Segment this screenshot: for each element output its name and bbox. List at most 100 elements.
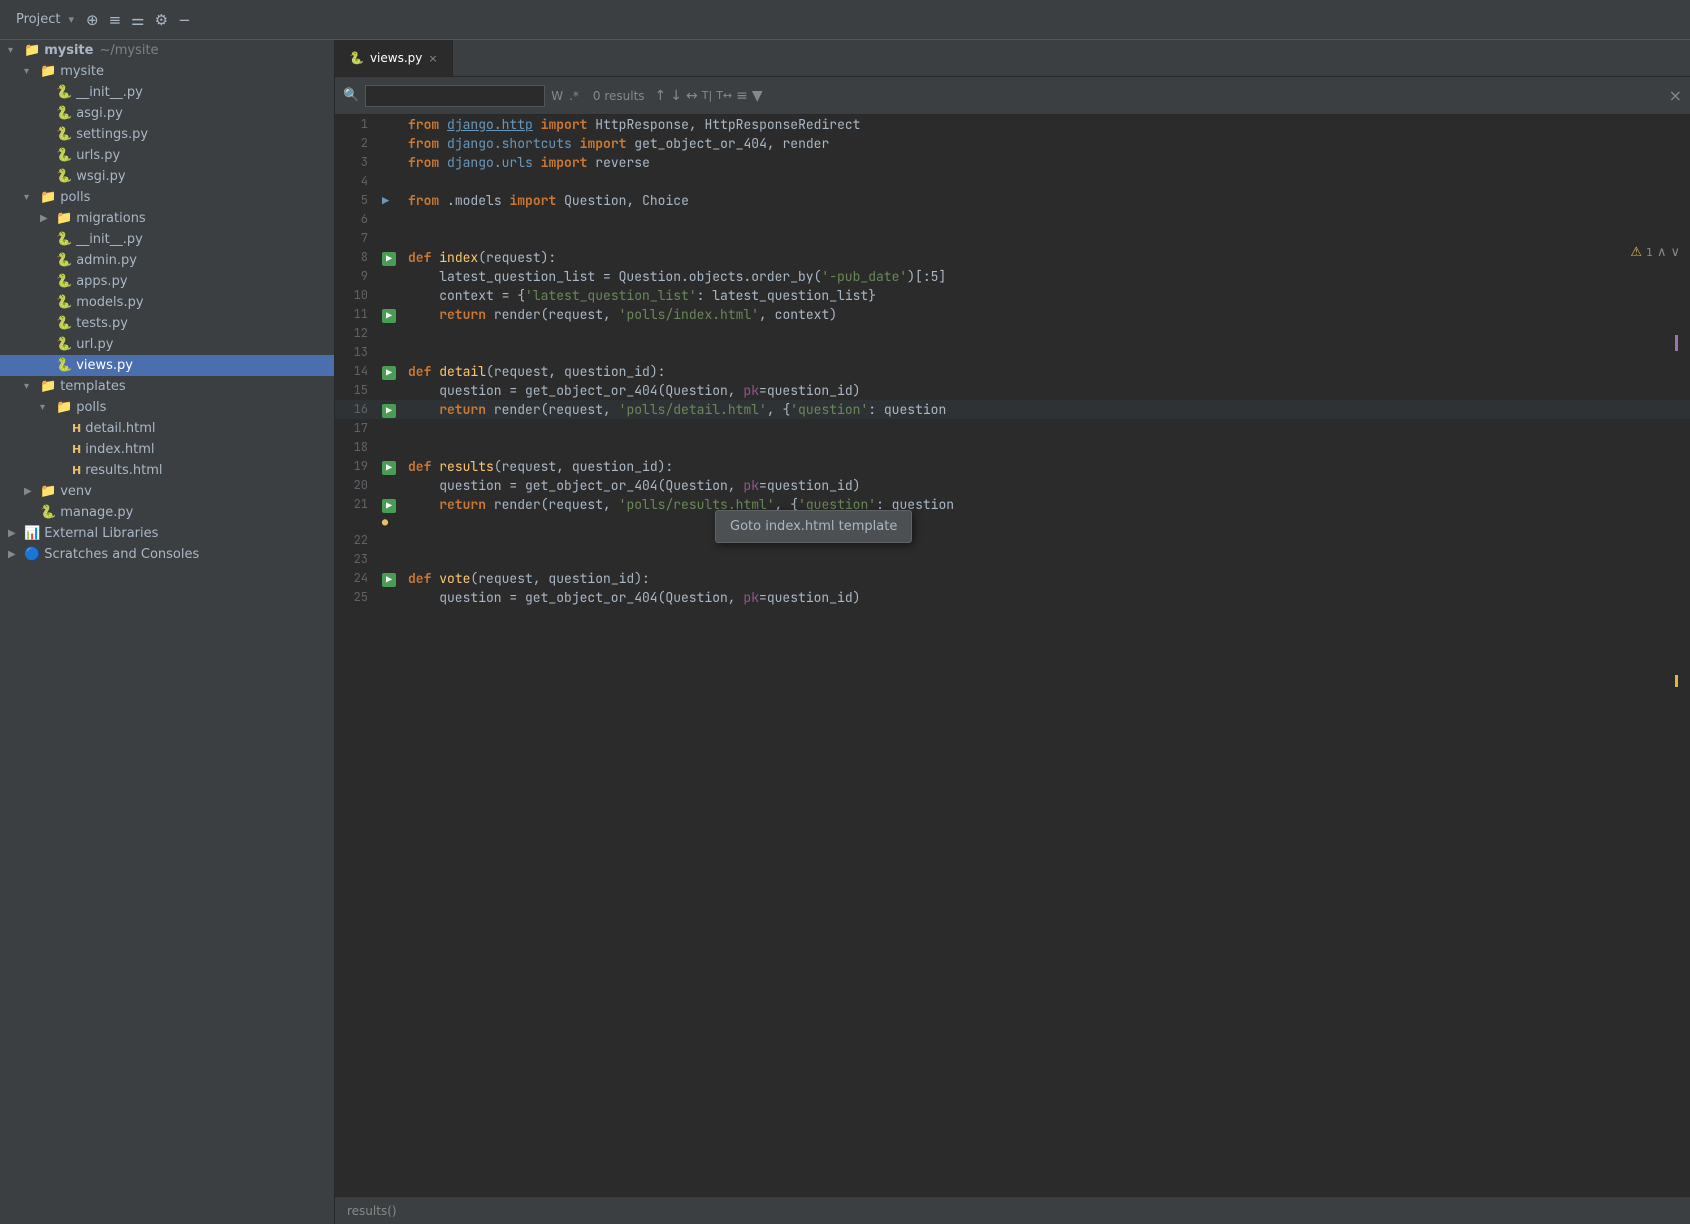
line-number: 11: [335, 305, 380, 324]
tree-file-tests[interactable]: 🐍 tests.py: [0, 313, 334, 334]
line-gutter: [380, 115, 404, 134]
tree-file-wsgi[interactable]: 🐍 wsgi.py: [0, 166, 334, 187]
line-gutter: [380, 324, 404, 343]
search-icon: 🔍: [343, 88, 359, 103]
line-gutter: [380, 286, 404, 305]
tree-file-url[interactable]: 🐍 url.py: [0, 334, 334, 355]
tree-path: ~/mysite: [99, 43, 158, 58]
line-number: 5: [335, 191, 380, 210]
line-number: 18: [335, 438, 380, 457]
line-content: def results(request, question_id):: [404, 457, 1690, 476]
code-line-3: 3 from django.urls import reverse: [335, 153, 1690, 172]
add-icon[interactable]: ⊕: [86, 11, 99, 29]
line-number: 15: [335, 381, 380, 400]
tree-file-detail-html[interactable]: H detail.html: [0, 418, 334, 439]
search-option2-button[interactable]: T↔: [716, 89, 732, 102]
line-gutter: [380, 381, 404, 400]
settings-icon[interactable]: ⚙: [155, 11, 168, 29]
scroll-down-arrow[interactable]: ∨: [1670, 245, 1680, 260]
line-number: 10: [335, 286, 380, 305]
code-line-19: 19 ▶ def results(request, question_id):: [335, 457, 1690, 476]
scroll-from-source-icon[interactable]: ≡: [109, 11, 122, 29]
tree-file-manage[interactable]: 🐍 manage.py: [0, 502, 334, 523]
tree-file-urls-mysite[interactable]: 🐍 urls.py: [0, 145, 334, 166]
line-number: 22: [335, 531, 380, 550]
tree-folder-templates[interactable]: ▾ 📁 templates: [0, 376, 334, 397]
search-wrap-button[interactable]: ↔: [686, 88, 698, 104]
tree-file-asgi[interactable]: 🐍 asgi.py: [0, 103, 334, 124]
project-dropdown-arrow[interactable]: ▾: [68, 13, 74, 26]
search-down-button[interactable]: ↓: [670, 88, 682, 104]
tree-folder-migrations[interactable]: ▶ 📁 migrations: [0, 208, 334, 229]
run-icon: ▶: [382, 309, 396, 323]
tree-label: External Libraries: [44, 526, 158, 541]
tree-scratches-consoles[interactable]: ▶ 🔵 Scratches and Consoles: [0, 544, 334, 565]
line-number: 3: [335, 153, 380, 172]
tree-file-results-html[interactable]: H results.html: [0, 460, 334, 481]
tab-close-button[interactable]: ×: [428, 52, 437, 65]
bookmark-icon: ▶: [382, 193, 389, 209]
search-navigation: ↑ ↓ ↔ T| T↔ ≡ ▼: [655, 88, 763, 104]
search-filter-button[interactable]: ▼: [752, 88, 763, 104]
line-number: 24: [335, 569, 380, 588]
tree-file-admin[interactable]: 🐍 admin.py: [0, 250, 334, 271]
tree-file-init-polls[interactable]: 🐍 __init__.py: [0, 229, 334, 250]
code-editor[interactable]: ⚠ 1 ∧ ∨ 1 from django.http import HttpRe…: [335, 115, 1690, 1196]
tree-folder-polls-templates[interactable]: ▾ 📁 polls: [0, 397, 334, 418]
tree-file-apps[interactable]: 🐍 apps.py: [0, 271, 334, 292]
line-gutter: [380, 267, 404, 286]
tree-label: models.py: [76, 295, 143, 310]
tree-file-index-html[interactable]: H index.html: [0, 439, 334, 460]
goto-template-tooltip[interactable]: Goto index.html template: [715, 510, 912, 543]
search-close-button[interactable]: ×: [1669, 86, 1682, 105]
tree-folder-mysite[interactable]: ▾ 📁 mysite: [0, 61, 334, 82]
hide-panel-icon[interactable]: −: [178, 11, 191, 29]
tree-folder-polls[interactable]: ▾ 📁 polls: [0, 187, 334, 208]
tab-bar: 🐍 views.py ×: [335, 40, 1690, 77]
code-line-9: 9 latest_question_list = Question.object…: [335, 267, 1690, 286]
search-input[interactable]: [365, 85, 545, 107]
code-line-12: 12: [335, 324, 1690, 343]
search-regex-button[interactable]: .*: [569, 89, 579, 103]
search-up-button[interactable]: ↑: [655, 88, 667, 104]
code-line-6: 6: [335, 210, 1690, 229]
search-option1-button[interactable]: T|: [702, 89, 712, 102]
tooltip-text: Goto index.html template: [730, 519, 897, 534]
project-label[interactable]: Project: [16, 12, 60, 27]
tree-file-models[interactable]: 🐍 models.py: [0, 292, 334, 313]
line-gutter: ▶: [380, 362, 404, 381]
search-modifier-w[interactable]: W: [551, 89, 563, 103]
line-number: 12: [335, 324, 380, 343]
warning-indicator: ⚠ 1 ∧ ∨: [1630, 245, 1680, 260]
tree-label: templates: [60, 379, 125, 394]
line-content: question = get_object_or_404(Question, p…: [404, 476, 1690, 495]
tree-root-mysite[interactable]: ▾ 📁 mysite ~/mysite: [0, 40, 334, 61]
line-gutter: [380, 419, 404, 438]
tree-file-settings[interactable]: 🐍 settings.py: [0, 124, 334, 145]
collapse-all-icon[interactable]: ⚌: [131, 11, 144, 29]
main-layout: ▾ 📁 mysite ~/mysite ▾ 📁 mysite 🐍 __init_…: [0, 40, 1690, 1224]
line-number: 23: [335, 550, 380, 569]
tree-label: index.html: [85, 442, 154, 457]
tree-folder-venv[interactable]: ▶ 📁 venv: [0, 481, 334, 502]
tree-file-init-mysite[interactable]: 🐍 __init__.py: [0, 82, 334, 103]
line-gutter: ▶: [380, 569, 404, 588]
search-option3-button[interactable]: ≡: [736, 88, 748, 104]
line-gutter: [380, 172, 404, 191]
line-gutter: [380, 438, 404, 457]
line-content: from django.http import HttpResponse, Ht…: [404, 115, 1690, 134]
code-line-13: 13: [335, 343, 1690, 362]
line-content: [404, 229, 1690, 248]
tree-label: tests.py: [76, 316, 128, 331]
run-icon: ▶: [382, 366, 396, 380]
tree-external-libraries[interactable]: ▶ 📊 External Libraries: [0, 523, 334, 544]
tree-file-views[interactable]: 🐍 views.py: [0, 355, 334, 376]
warning-icon: ⚠: [1630, 245, 1642, 260]
code-line-21: 21 ▶ ● return render(request, 'polls/res…: [335, 495, 1690, 531]
scroll-up-arrow[interactable]: ∧: [1657, 245, 1667, 260]
tree-label: detail.html: [85, 421, 155, 436]
line-gutter: [380, 134, 404, 153]
line-gutter: [380, 550, 404, 569]
line-content: def index(request):: [404, 248, 1690, 267]
tab-views-py[interactable]: 🐍 views.py ×: [335, 40, 453, 76]
